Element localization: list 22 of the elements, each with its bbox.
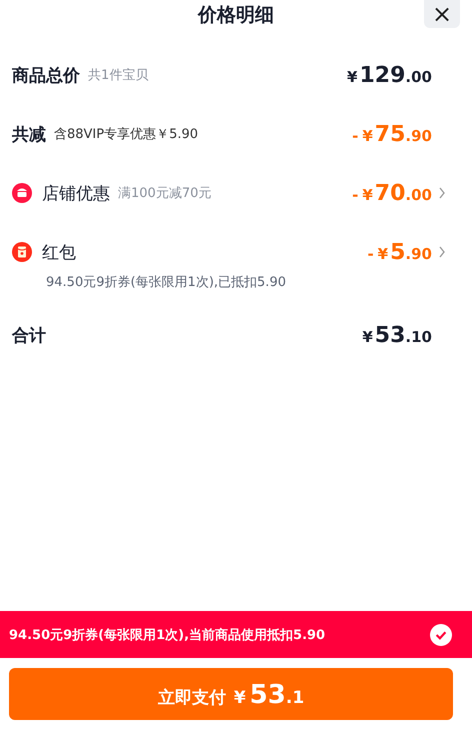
price-amount: - ¥5.90 (367, 240, 432, 264)
row-note: 共1件宝贝 (88, 67, 148, 84)
coupon-detail: 94.50元9折券(每张限用1次),已抵扣5.90 (46, 274, 287, 291)
shop-icon (12, 183, 32, 203)
price-amount: - ¥75.90 (352, 122, 432, 146)
price-amount: ¥53.10 (362, 322, 432, 348)
price-amount: - ¥70.00 (352, 180, 432, 206)
check-icon[interactable] (430, 624, 452, 646)
row-note: 含88VIP专享优惠￥5.90 (54, 126, 198, 143)
chevron-right-icon[interactable] (438, 187, 446, 199)
row-note: 满100元减70元 (118, 185, 212, 202)
row-label: 红包 (42, 242, 76, 264)
envelope-icon (12, 242, 32, 262)
row-label: 共减 (12, 124, 46, 146)
coupon-banner-text: 94.50元9折券(每张限用1次),当前商品使用抵扣5.90 (9, 626, 326, 644)
row-label: 合计 (12, 324, 46, 346)
close-button[interactable]: × (424, 0, 460, 28)
row-label: 店铺优惠 (42, 182, 110, 204)
chevron-right-icon[interactable] (438, 246, 446, 258)
row-label: 商品总价 (12, 64, 80, 86)
page-title: 价格明细 (198, 3, 274, 28)
price-amount: ¥129.00 (347, 62, 432, 88)
